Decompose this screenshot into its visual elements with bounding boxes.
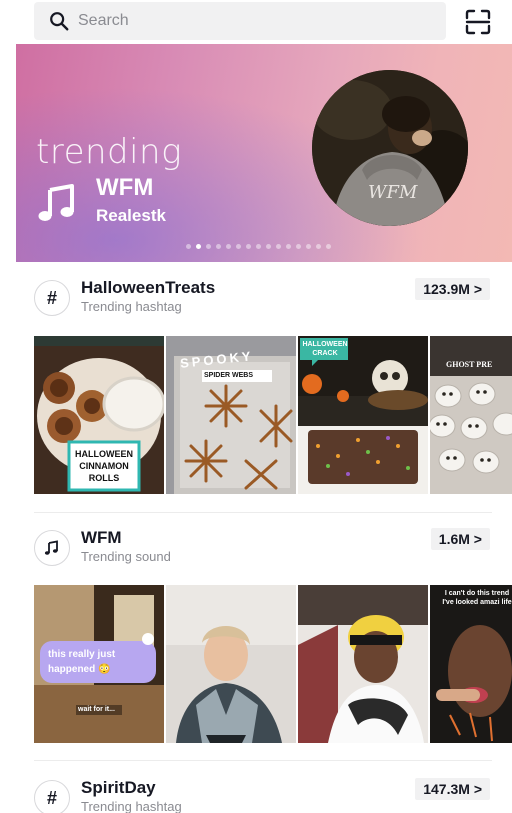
search-bar[interactable] xyxy=(34,2,446,40)
music-note-icon xyxy=(38,184,74,221)
video-thumbnail[interactable]: HALLOWEEN CINNAMON ROLLS xyxy=(34,336,164,494)
top-bar xyxy=(0,0,512,44)
section-subtitle: Trending hashtag xyxy=(81,299,182,314)
pagination-dot xyxy=(286,244,291,249)
thumbnail-row-halloweentreats: HALLOWEEN CINNAMON ROLLS SPOOKY SPIDER W… xyxy=(34,336,512,494)
pagination-dot xyxy=(246,244,251,249)
avatar-hoodie-text: WFM xyxy=(368,182,418,203)
section-header-wfm[interactable]: WFM Trending sound 1.6M > xyxy=(34,528,490,568)
thumbnail-subcaption: SPIDER WEBS xyxy=(204,372,254,379)
music-note-icon xyxy=(34,530,70,566)
section-divider xyxy=(34,512,492,513)
section-title: SpiritDay xyxy=(81,778,156,797)
thumbnail-caption: HALLOWEEN CINNAMON ROLLS xyxy=(75,449,133,483)
thumbnail-caption: I can't do this trend I've looked amazi … xyxy=(442,590,512,606)
banner-title: WFM xyxy=(96,174,154,201)
section-count-button[interactable]: 147.3M > xyxy=(415,778,490,800)
banner-artist: Realestk xyxy=(96,206,166,225)
video-thumbnail[interactable] xyxy=(166,585,296,743)
pagination-dot xyxy=(256,244,261,249)
section-header-spiritday[interactable]: # SpiritDay Trending hashtag 147.3M > xyxy=(34,778,490,813)
trending-banner[interactable]: trending WFM Realestk WFM xyxy=(16,44,512,262)
search-icon xyxy=(50,12,69,31)
section-title: WFM xyxy=(81,528,122,547)
hashtag-icon: # xyxy=(34,280,70,316)
video-thumbnail[interactable]: this really just happened 😳 wait for it.… xyxy=(34,585,164,743)
scan-icon[interactable] xyxy=(464,8,492,36)
section-header-halloweentreats[interactable]: # HalloweenTreats Trending hashtag 123.9… xyxy=(34,278,490,318)
pagination-dot xyxy=(236,244,241,249)
video-thumbnail[interactable]: SPOOKY SPIDER WEBS xyxy=(166,336,296,494)
video-thumbnail[interactable]: HALLOWEEN CRACK xyxy=(298,336,428,494)
hashtag-icon: # xyxy=(34,780,70,813)
pagination-dot xyxy=(326,244,331,249)
pagination-dot xyxy=(226,244,231,249)
thumbnail-caption: GHOST PRE xyxy=(446,360,493,369)
pagination-dot xyxy=(276,244,281,249)
pagination-dot xyxy=(186,244,191,249)
section-title: HalloweenTreats xyxy=(81,278,216,297)
section-subtitle: Trending sound xyxy=(81,549,171,564)
pagination-dot xyxy=(296,244,301,249)
thumbnail-caption: this really just happened 😳 xyxy=(48,649,116,675)
thumbnail-row-wfm: this really just happened 😳 wait for it.… xyxy=(34,585,512,743)
section-count-button[interactable]: 123.9M > xyxy=(415,278,490,300)
pagination-dot xyxy=(266,244,271,249)
thumbnail-subcaption: wait for it... xyxy=(78,706,115,713)
pagination-dot xyxy=(316,244,321,249)
pagination-dot xyxy=(216,244,221,249)
banner-pagination xyxy=(186,244,331,249)
thumbnail-caption: HALLOWEEN CRACK xyxy=(302,341,348,357)
video-thumbnail[interactable]: I can't do this trend I've looked amazi … xyxy=(430,585,512,743)
section-subtitle: Trending hashtag xyxy=(81,799,182,813)
pagination-dot xyxy=(196,244,201,249)
search-input[interactable] xyxy=(78,12,408,30)
banner-avatar: WFM xyxy=(312,70,468,226)
pagination-dot xyxy=(306,244,311,249)
section-count-button[interactable]: 1.6M > xyxy=(430,528,490,550)
video-thumbnail[interactable] xyxy=(298,585,428,743)
pagination-dot xyxy=(206,244,211,249)
banner-label: trending xyxy=(36,132,183,172)
video-thumbnail[interactable]: GHOST PRE xyxy=(430,336,512,494)
section-divider xyxy=(34,760,492,761)
